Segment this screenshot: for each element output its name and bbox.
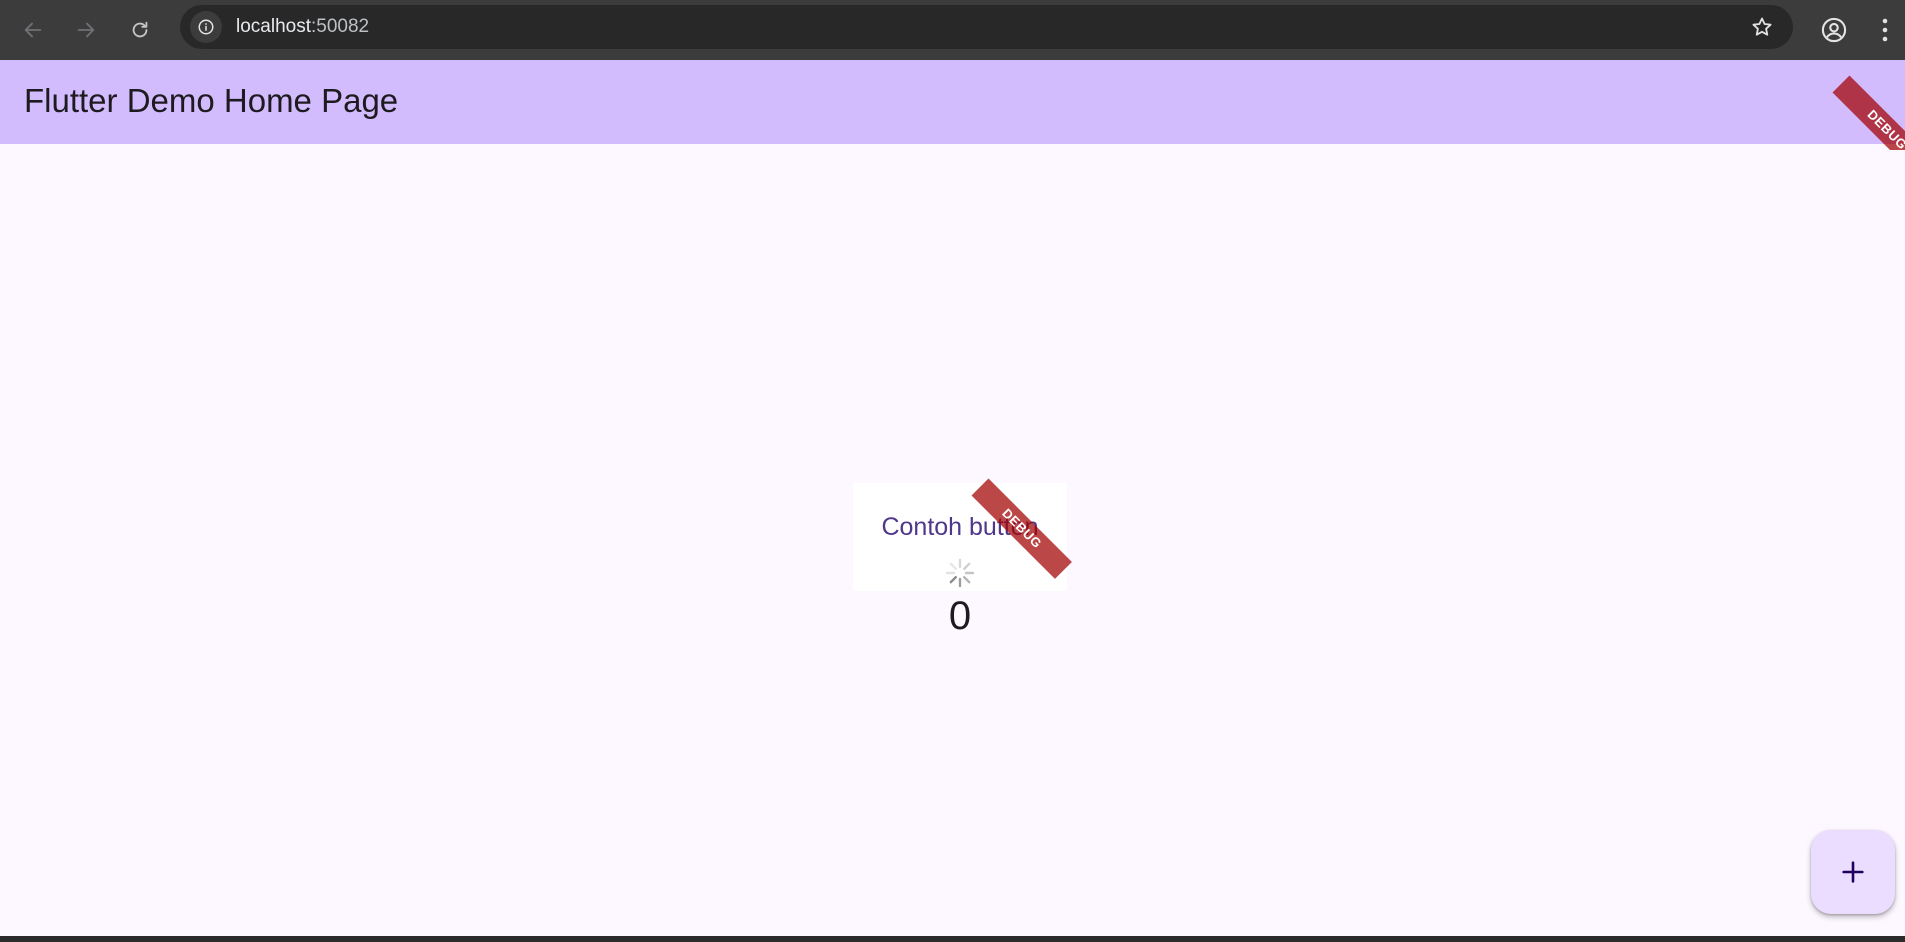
counter-value: 0: [948, 594, 972, 638]
debug-banner-label: DEBUG: [1832, 75, 1905, 150]
kebab-menu-icon: [1882, 18, 1888, 42]
page-title: Flutter Demo Home Page: [24, 82, 399, 119]
url-host: localhost: [236, 16, 311, 37]
browser-toolbar: localhost:50082: [0, 0, 1905, 60]
info-icon: [198, 19, 214, 35]
plus-icon: [1842, 861, 1864, 883]
star-icon: [1752, 17, 1772, 36]
loading-spinner-icon: [945, 558, 975, 588]
url-text[interactable]: localhost:50082: [236, 16, 369, 38]
site-info-button[interactable]: [190, 11, 222, 43]
app-viewport: Flutter Demo Home Page DEBUG Contoh butt…: [0, 60, 1905, 936]
app-bar: Flutter Demo Home Page: [0, 60, 1905, 144]
address-bar[interactable]: localhost:50082: [180, 5, 1793, 49]
reload-button[interactable]: [122, 12, 158, 48]
window-bottom-edge: [0, 936, 1905, 942]
reload-icon: [132, 21, 148, 38]
increment-fab[interactable]: [1811, 830, 1895, 914]
arrow-right-icon: [77, 22, 95, 38]
arrow-left-icon: [24, 22, 42, 38]
forward-button[interactable]: [68, 12, 104, 48]
account-circle-icon: [1821, 17, 1847, 43]
url-port: :50082: [311, 16, 370, 37]
bookmark-button[interactable]: [1747, 12, 1777, 42]
browser-menu-button[interactable]: [1870, 10, 1900, 50]
debug-banner-corner: DEBUG: [1815, 60, 1905, 150]
profile-button[interactable]: [1814, 10, 1854, 50]
back-button[interactable]: [15, 12, 51, 48]
